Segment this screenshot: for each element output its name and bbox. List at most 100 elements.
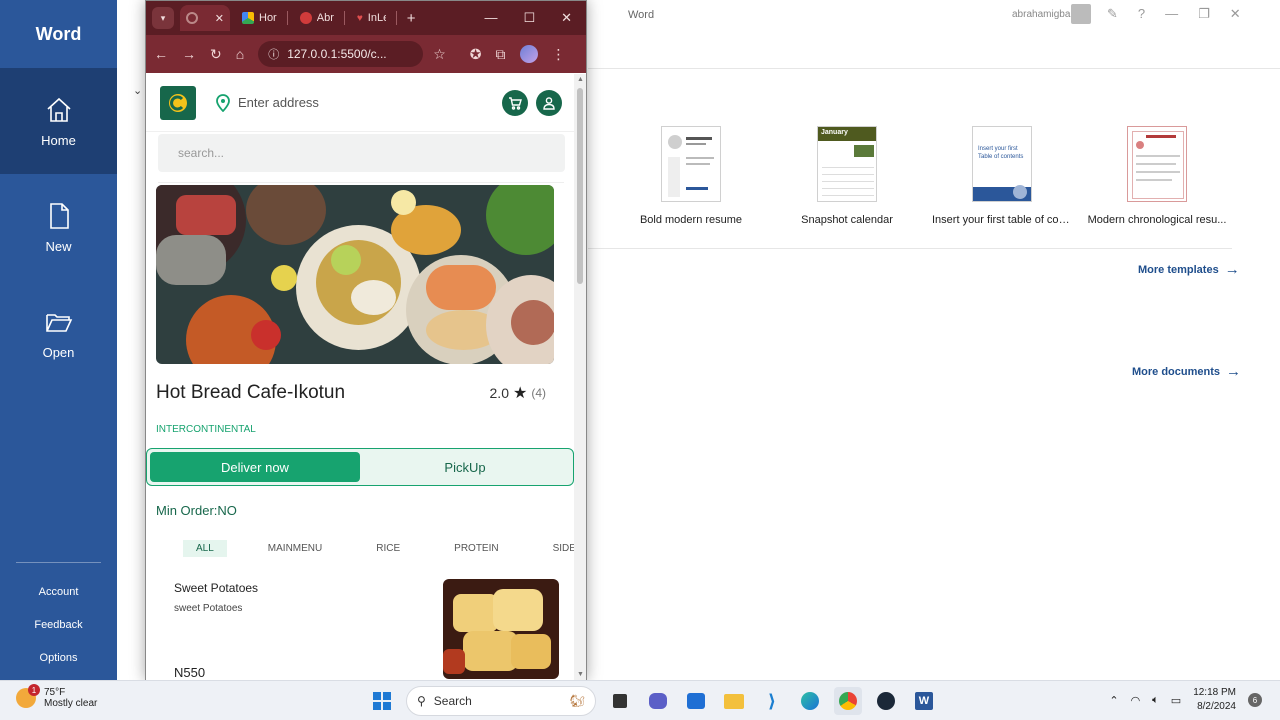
site-logo[interactable]	[160, 85, 196, 120]
pickup-button[interactable]: PickUp	[360, 452, 570, 482]
weather-icon: 1	[16, 684, 40, 708]
templates-divider	[588, 248, 1232, 249]
store-icon[interactable]	[682, 687, 710, 715]
close-icon[interactable]: ✕	[1230, 6, 1241, 22]
tab-close-icon[interactable]: ✕	[215, 12, 224, 25]
tab-abr[interactable]: Abr	[294, 5, 340, 31]
template-thumbnail	[1127, 126, 1187, 202]
template-modern-chronological-resume[interactable]: Modern chronological resu...	[1087, 126, 1227, 226]
template-thumbnail: Insert your first Table of contents	[972, 126, 1032, 202]
maximize-icon[interactable]: ☐	[523, 10, 535, 26]
logo-icon	[169, 93, 187, 112]
address-selector[interactable]: Enter address	[216, 93, 319, 112]
menu-dots-icon[interactable]: ⋮	[552, 46, 566, 63]
menu-item-description: sweet Potatoes	[174, 603, 243, 614]
cart-button[interactable]	[502, 89, 528, 116]
browser-window: ▾ ✕ Hor Abr ♥ InLe + — ☐ ✕ ← → ↻ ⌂	[145, 0, 587, 680]
home-icon	[46, 97, 71, 122]
more-documents-link[interactable]: More documents →	[1132, 363, 1241, 380]
nav-open[interactable]: Open	[0, 280, 117, 386]
forward-icon[interactable]: →	[182, 46, 196, 62]
site-icon	[299, 12, 312, 24]
menu-tab-all[interactable]: ALL	[183, 540, 227, 557]
nav-new[interactable]: New	[0, 174, 117, 280]
tab-inle[interactable]: ♥ InLe	[351, 5, 392, 31]
weather-widget[interactable]: 1 75°F Mostly clear	[16, 684, 98, 709]
chevron-down-icon[interactable]: ⌄	[133, 84, 142, 97]
template-table-of-contents[interactable]: Insert your first Table of contents Inse…	[932, 126, 1072, 226]
deliver-now-button[interactable]: Deliver now	[150, 452, 360, 482]
menu-tab-sides[interactable]: SIDES	[540, 540, 576, 557]
minimize-icon[interactable]: —	[484, 10, 497, 26]
clock[interactable]: 12:18 PM 8/2/2024	[1193, 686, 1236, 714]
bookmark-star-icon[interactable]: ☆	[433, 46, 446, 63]
user-icon	[543, 96, 555, 110]
nav-options[interactable]: Options	[0, 641, 117, 674]
folder-icon	[45, 313, 72, 332]
scrollbar-thumb[interactable]	[577, 88, 583, 284]
close-icon[interactable]: ✕	[561, 10, 572, 26]
profile-avatar[interactable]	[519, 45, 538, 63]
template-label: Modern chronological resu...	[1087, 214, 1227, 226]
taskbar-search-label: Search	[433, 694, 472, 708]
battery-icon[interactable]: ▭	[1171, 694, 1181, 707]
notification-badge[interactable]: 6	[1248, 693, 1262, 707]
browser-toolbar: ← → ↻ ⌂ ⓘ 127.0.0.1:5500/c... ☆ ✪ ⧉ ⋮	[146, 35, 586, 73]
url-text: 127.0.0.1:5500/c...	[287, 47, 387, 61]
tab-search-icon[interactable]: ▾	[152, 7, 174, 29]
search-icon: ⚲	[417, 694, 426, 708]
edge-icon[interactable]	[796, 687, 824, 715]
back-icon[interactable]: ←	[154, 46, 168, 62]
chat-icon[interactable]	[644, 687, 672, 715]
help-icon[interactable]: ?	[1138, 6, 1145, 22]
pen-icon[interactable]: ✎	[1107, 6, 1118, 22]
system-tray: ⌃ ◠ 🔈︎ ▭ 12:18 PM 8/2/2024 6	[1109, 686, 1262, 714]
extensions-puzzle-icon[interactable]: ⧉	[496, 46, 506, 63]
volume-icon[interactable]: 🔈︎	[1152, 694, 1159, 707]
weather-desc: Mostly clear	[44, 698, 98, 709]
menu-tab-protein[interactable]: PROTEIN	[441, 540, 511, 557]
nav-feedback[interactable]: Feedback	[0, 608, 117, 641]
location-pin-icon	[216, 93, 230, 112]
minimize-icon[interactable]: —	[1165, 6, 1178, 22]
account-button[interactable]	[536, 89, 562, 116]
tab-active[interactable]: ✕	[180, 5, 230, 31]
nav-home[interactable]: Home	[0, 68, 117, 174]
vscode-icon[interactable]: ⟩	[758, 687, 786, 715]
wifi-icon[interactable]: ◠	[1131, 694, 1141, 707]
task-view-icon[interactable]	[606, 687, 634, 715]
nav-account[interactable]: Account	[0, 575, 117, 608]
scroll-up-icon[interactable]: ▲	[577, 76, 584, 83]
new-tab-icon[interactable]: +	[407, 10, 416, 27]
menu-item-image	[443, 579, 559, 679]
site-info-icon[interactable]: ⓘ	[268, 46, 279, 62]
steam-icon[interactable]	[872, 687, 900, 715]
start-button[interactable]	[368, 687, 396, 715]
user-avatar[interactable]	[1071, 4, 1091, 24]
address-bar[interactable]: ⓘ 127.0.0.1:5500/c...	[258, 41, 424, 67]
menu-tab-rice[interactable]: RICE	[363, 540, 413, 557]
scroll-down-icon[interactable]: ▼	[577, 671, 584, 678]
taskbar-search[interactable]: ⚲ Search 🐿	[406, 686, 596, 716]
menu-tab-mainmenu[interactable]: MAINMENU	[255, 540, 335, 557]
more-templates-link[interactable]: More templates →	[1138, 261, 1240, 278]
windows-icon	[373, 692, 391, 710]
nav-open-label: Open	[42, 344, 75, 360]
reload-icon[interactable]: ↻	[210, 46, 222, 63]
file-explorer-icon[interactable]	[720, 687, 748, 715]
home-icon[interactable]: ⌂	[236, 46, 244, 62]
nav-home-label: Home	[41, 132, 76, 148]
page-scrollbar[interactable]: ▲ ▼	[574, 74, 586, 680]
search-input[interactable]: search...	[158, 134, 565, 172]
header-divider	[588, 68, 1280, 69]
extension-icon[interactable]: ✪	[470, 46, 482, 63]
chrome-icon[interactable]	[834, 687, 862, 715]
template-bold-modern-resume[interactable]: Bold modern resume	[621, 126, 761, 226]
word-icon[interactable]: W	[910, 687, 938, 715]
menu-item-card[interactable]: Sweet Potatoes sweet Potatoes N550	[166, 579, 561, 680]
template-snapshot-calendar[interactable]: January Snapshot calendar	[777, 126, 917, 226]
restore-icon[interactable]: ❐	[1198, 6, 1210, 22]
template-label: Bold modern resume	[639, 214, 743, 226]
chevron-up-icon[interactable]: ⌃	[1109, 694, 1118, 707]
tab-drive[interactable]: Hor	[236, 5, 283, 31]
